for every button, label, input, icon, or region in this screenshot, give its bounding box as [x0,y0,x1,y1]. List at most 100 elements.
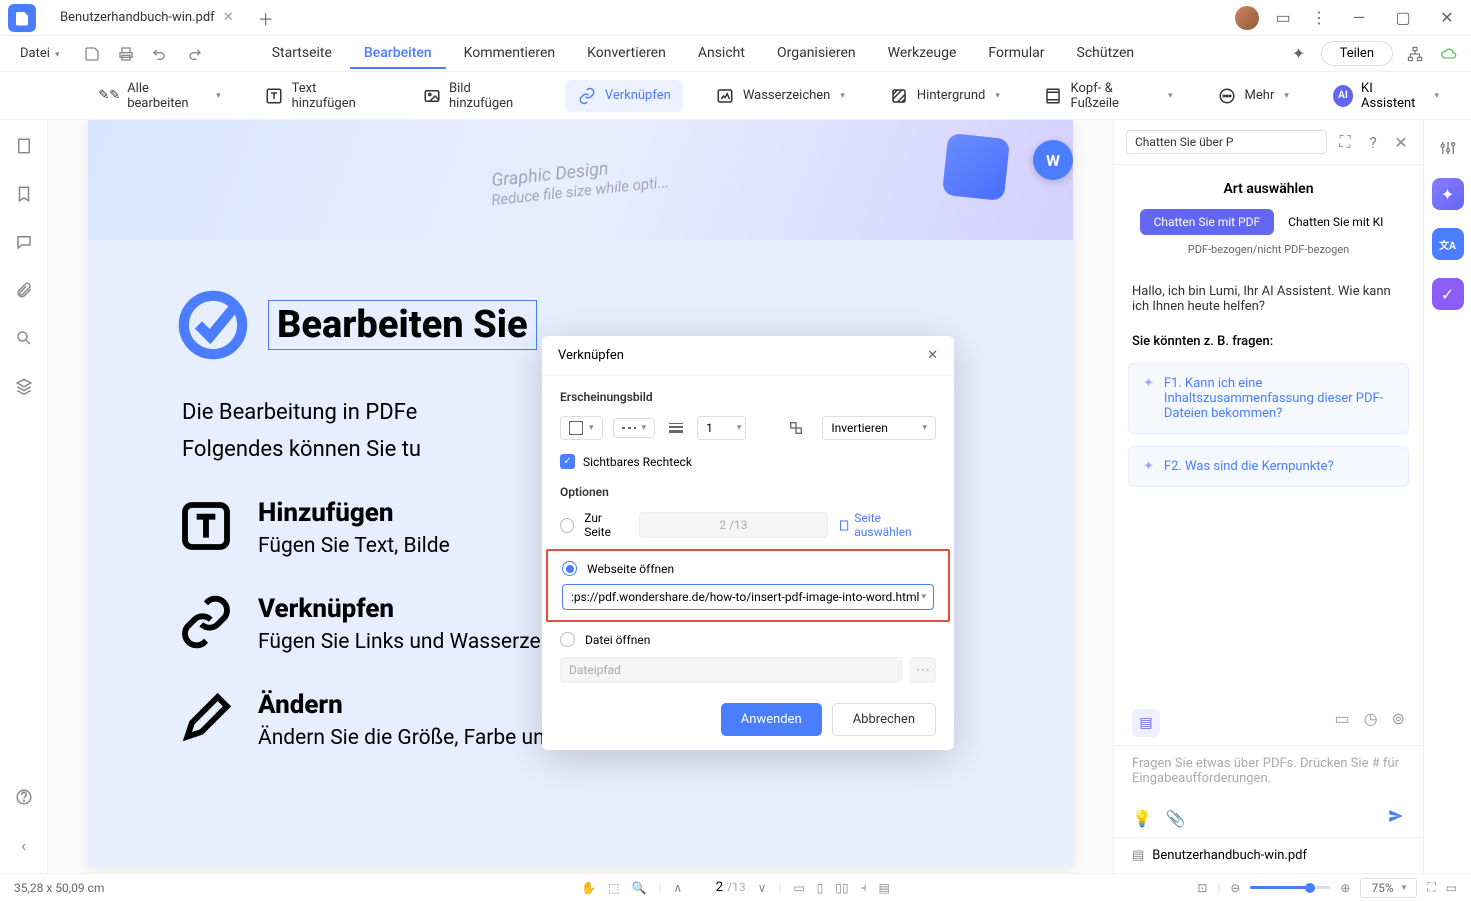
attachment-icon[interactable] [12,278,36,302]
sliders-icon[interactable] [1436,136,1460,160]
search-sidebar-icon[interactable] [12,326,36,350]
more-vertical-icon[interactable]: ⋮ [1307,6,1331,30]
document-canvas[interactable]: Graphic Design Reduce file size while op… [48,120,1113,873]
suggest-1[interactable]: ✦ F1. Kann ich eine Inhaltszusammenfassu… [1128,363,1409,434]
dialog-close-button[interactable]: ✕ [927,348,938,363]
thickness-input[interactable]: 1▾ [697,416,746,440]
background-button[interactable]: Hintergrund▾ [877,80,1012,112]
maximize-button[interactable]: ▢ [1387,4,1419,32]
continuous-icon[interactable]: ⫞ [860,880,866,895]
menu-startseite[interactable]: Startseite [258,39,346,69]
dash-style-dropdown[interactable]: ▾ [613,418,656,438]
select-tool-icon[interactable]: ⬚ [608,881,619,895]
settings-icon-small[interactable]: ⊚ [1392,709,1405,737]
add-image-button[interactable]: Bild hinzufügen [410,75,545,117]
line-style-dropdown[interactable]: ▾ [560,416,603,440]
zoom-out-icon[interactable]: ⊖ [1230,881,1240,895]
menu-konvertieren[interactable]: Konvertieren [573,39,680,69]
pdf-context-icon[interactable]: ▤ [1132,709,1160,737]
lightbulb-icon[interactable]: 💡 [1132,809,1152,828]
ai-translate-rail-icon[interactable]: 文A [1432,228,1464,260]
prev-page-icon[interactable]: ∧ [673,881,682,895]
menu-kommentieren[interactable]: Kommentieren [450,39,569,69]
ai-search-input[interactable] [1126,130,1327,154]
suggest-2[interactable]: ✦ F2. Was sind die Kernpunkte? [1128,446,1409,487]
comment-icon[interactable] [12,230,36,254]
color-swatch-button[interactable] [780,416,812,440]
visible-rect-checkbox[interactable]: ✓ [560,454,575,469]
file-menu[interactable]: Datei ▾ [10,42,70,65]
ai-input-area[interactable]: Fragen Sie etwas über PDFs. Drücken Sie … [1114,745,1423,799]
cancel-button[interactable]: Abbrechen [832,703,936,736]
message-icon[interactable]: ▭ [1271,6,1295,30]
page-indicator[interactable]: /13 [694,879,745,896]
zoom-tool-icon[interactable]: 🔍 [631,881,646,895]
next-page-icon[interactable]: ∨ [758,881,767,895]
highlight-mode-dropdown[interactable]: Invertieren▾ [822,416,936,440]
zoom-slider[interactable] [1250,886,1330,889]
bookmark-icon[interactable] [12,182,36,206]
more-button[interactable]: Mehr▾ [1205,80,1301,112]
add-text-button[interactable]: Text hinzufügen [253,75,390,117]
menu-formular[interactable]: Formular [974,39,1058,69]
tips-icon[interactable]: ✦ [1287,42,1311,66]
thumbnails-icon[interactable] [12,134,36,158]
header-footer-button[interactable]: Kopf- & Fußzeile▾ [1032,75,1185,117]
website-radio[interactable] [562,561,577,576]
menu-bearbeiten[interactable]: Bearbeiten [350,39,446,69]
menu-schuetzen[interactable]: Schützen [1063,39,1149,69]
file-radio[interactable] [560,632,575,647]
context-file-row[interactable]: ▤ Benutzerhandbuch-win.pdf [1114,837,1423,873]
edit-all-button[interactable]: ✎✎ Alle bearbeiten▾ [87,75,233,117]
url-dropdown-icon[interactable]: ▾ [921,592,926,602]
single-page-icon[interactable]: ▯ [817,881,824,895]
save-icon[interactable] [78,40,106,68]
word-export-icon[interactable]: W [1033,140,1073,180]
history-icon[interactable]: ◷ [1364,709,1378,737]
two-page-icon[interactable]: ▯▯ [835,881,848,895]
layers-icon[interactable] [12,374,36,398]
read-mode-icon[interactable]: ▤ [879,881,890,895]
share-button[interactable]: Teilen [1321,41,1393,66]
close-tab-icon[interactable]: ✕ [223,10,234,25]
chat-pdf-pill[interactable]: Chatten Sie mit PDF [1140,209,1275,235]
expand-icon[interactable]: ⛶ [1335,132,1355,152]
menu-werkzeuge[interactable]: Werkzeuge [874,39,971,69]
user-avatar[interactable] [1235,6,1259,30]
cloud-icon[interactable] [1437,42,1461,66]
fullscreen-icon[interactable]: ⛶ [1427,880,1435,895]
fit-width-icon[interactable]: ▭ [793,881,804,895]
add-tab-button[interactable]: ＋ [254,6,278,30]
ai-check-rail-icon[interactable]: ✓ [1432,278,1464,310]
redo-icon[interactable] [180,40,208,68]
print-icon[interactable] [112,40,140,68]
ai-assistant-button[interactable]: AI KI Assistent▾ [1321,75,1451,117]
menu-ansicht[interactable]: Ansicht [684,39,759,69]
hand-tool-icon[interactable]: ✋ [581,881,596,895]
zoom-level-dropdown[interactable]: 75%▾ [1360,878,1417,898]
zoom-in-icon[interactable]: ⊕ [1340,881,1350,895]
apply-button[interactable]: Anwenden [721,703,822,736]
select-page-link[interactable]: Seite auswählen [838,511,936,539]
ai-chat-rail-icon[interactable]: ✦ [1432,178,1464,210]
help-icon[interactable] [12,785,36,809]
send-icon[interactable] [1387,807,1405,829]
undo-icon[interactable] [146,40,174,68]
panel-help-icon[interactable]: ? [1363,133,1383,152]
url-input[interactable] [562,584,934,610]
presentation-icon[interactable]: ▭ [1446,881,1457,895]
close-window-button[interactable]: ✕ [1431,4,1463,32]
document-tab[interactable]: Benutzerhandbuch-win.pdf ✕ [48,2,246,34]
watermark-button[interactable]: Wasserzeichen▾ [703,80,857,112]
collapse-icon[interactable]: ‹ [12,833,36,857]
to-page-radio[interactable] [560,518,574,533]
note-icon[interactable]: ▭ [1335,709,1350,737]
fit-page-icon[interactable]: ⊡ [1197,881,1207,895]
panel-close-icon[interactable]: ✕ [1391,133,1411,152]
browse-file-button[interactable]: ⋯ [910,657,936,683]
org-chart-icon[interactable] [1403,42,1427,66]
minimize-button[interactable]: — [1343,4,1375,32]
link-button[interactable]: Verknüpfen [565,80,683,112]
attach-icon[interactable]: 📎 [1166,809,1186,828]
chat-ai-pill[interactable]: Chatten Sie mit KI [1274,209,1397,235]
